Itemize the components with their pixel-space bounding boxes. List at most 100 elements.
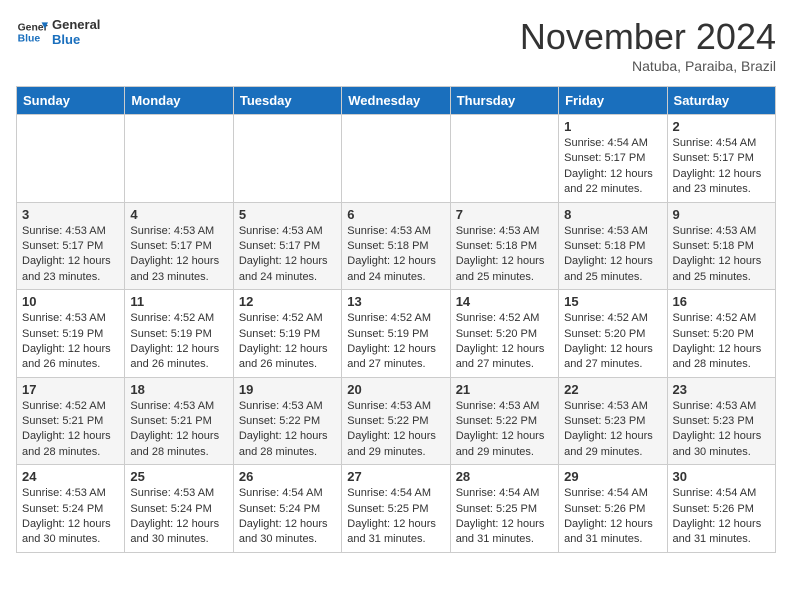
calendar-cell: 28 Sunrise: 4:54 AM Sunset: 5:25 PM Dayli… [450,465,558,553]
calendar-day-header: Monday [125,87,233,115]
day-info: Sunrise: 4:52 AM Sunset: 5:19 PM Dayligh… [130,311,227,373]
day-info: Sunrise: 4:53 AM Sunset: 5:17 PM Dayligh… [22,224,119,286]
day-info: Sunrise: 4:54 AM Sunset: 5:25 PM Dayligh… [347,486,444,548]
calendar-cell: 2 Sunrise: 4:54 AM Sunset: 5:17 PM Daylig… [667,115,775,203]
calendar-cell [125,115,233,203]
calendar-cell: 23Sunrise: 4:53 AM Sunset: 5:23 PM Dayli… [667,377,775,465]
calendar-cell: 16 Sunrise: 4:52 AM Sunset: 5:20 PM Dayli… [667,290,775,378]
day-number: 26 [239,469,336,484]
calendar-cell: 22Sunrise: 4:53 AM Sunset: 5:23 PM Dayli… [559,377,667,465]
day-number: 5 [239,207,336,222]
calendar-cell [17,115,125,203]
day-info: Sunrise: 4:53 AM Sunset: 5:21 PM Dayligh… [130,399,227,461]
calendar-cell: 3 Sunrise: 4:53 AM Sunset: 5:17 PM Daylig… [17,202,125,290]
day-number: 9 [673,207,770,222]
svg-text:Blue: Blue [18,34,41,45]
logo-blue-text: Blue [52,32,100,47]
calendar-day-header: Tuesday [233,87,341,115]
calendar-cell: 11Sunrise: 4:52 AM Sunset: 5:19 PM Dayli… [125,290,233,378]
calendar-cell: 10 Sunrise: 4:53 AM Sunset: 5:19 PM Dayli… [17,290,125,378]
calendar-cell: 24 Sunrise: 4:53 AM Sunset: 5:24 PM Dayli… [17,465,125,553]
calendar-cell: 18 Sunrise: 4:53 AM Sunset: 5:21 PM Dayli… [125,377,233,465]
calendar-cell: 8 Sunrise: 4:53 AM Sunset: 5:18 PM Daylig… [559,202,667,290]
day-info: Sunrise: 4:53 AM Sunset: 5:24 PM Dayligh… [22,486,119,548]
day-number: 28 [456,469,553,484]
day-number: 16 [673,294,770,309]
day-info: Sunrise: 4:53 AM Sunset: 5:17 PM Dayligh… [239,224,336,286]
title-block: November 2024 Natuba, Paraiba, Brazil [520,16,776,74]
day-info: Sunrise: 4:53 AM Sunset: 5:18 PM Dayligh… [347,224,444,286]
day-info: Sunrise: 4:53 AM Sunset: 5:18 PM Dayligh… [673,224,770,286]
day-info: Sunrise: 4:53 AM Sunset: 5:17 PM Dayligh… [130,224,227,286]
calendar-cell [233,115,341,203]
day-number: 15 [564,294,661,309]
day-info: Sunrise: 4:54 AM Sunset: 5:24 PM Dayligh… [239,486,336,548]
logo-general-text: General [52,17,100,32]
calendar-cell: 1 Sunrise: 4:54 AM Sunset: 5:17 PM Daylig… [559,115,667,203]
calendar-cell: 9 Sunrise: 4:53 AM Sunset: 5:18 PM Daylig… [667,202,775,290]
calendar-week-row: 3 Sunrise: 4:53 AM Sunset: 5:17 PM Daylig… [17,202,776,290]
day-number: 7 [456,207,553,222]
day-info: Sunrise: 4:52 AM Sunset: 5:20 PM Dayligh… [456,311,553,373]
day-info: Sunrise: 4:53 AM Sunset: 5:23 PM Dayligh… [673,399,770,461]
day-info: Sunrise: 4:52 AM Sunset: 5:20 PM Dayligh… [564,311,661,373]
month-title: November 2024 [520,16,776,58]
day-info: Sunrise: 4:53 AM Sunset: 5:22 PM Dayligh… [456,399,553,461]
day-info: Sunrise: 4:54 AM Sunset: 5:26 PM Dayligh… [564,486,661,548]
logo-icon: General Blue [16,16,48,48]
day-info: Sunrise: 4:52 AM Sunset: 5:19 PM Dayligh… [347,311,444,373]
day-info: Sunrise: 4:52 AM Sunset: 5:19 PM Dayligh… [239,311,336,373]
calendar-cell: 21Sunrise: 4:53 AM Sunset: 5:22 PM Dayli… [450,377,558,465]
day-info: Sunrise: 4:52 AM Sunset: 5:20 PM Dayligh… [673,311,770,373]
calendar-cell: 17Sunrise: 4:52 AM Sunset: 5:21 PM Dayli… [17,377,125,465]
calendar-cell: 14 Sunrise: 4:52 AM Sunset: 5:20 PM Dayli… [450,290,558,378]
day-number: 1 [564,119,661,134]
day-info: Sunrise: 4:53 AM Sunset: 5:19 PM Dayligh… [22,311,119,373]
day-info: Sunrise: 4:52 AM Sunset: 5:21 PM Dayligh… [22,399,119,461]
calendar-week-row: 1 Sunrise: 4:54 AM Sunset: 5:17 PM Daylig… [17,115,776,203]
day-number: 3 [22,207,119,222]
day-number: 2 [673,119,770,134]
day-number: 10 [22,294,119,309]
calendar-cell: 30 Sunrise: 4:54 AM Sunset: 5:26 PM Dayli… [667,465,775,553]
calendar-cell: 13 Sunrise: 4:52 AM Sunset: 5:19 PM Dayli… [342,290,450,378]
day-number: 22 [564,382,661,397]
day-info: Sunrise: 4:54 AM Sunset: 5:26 PM Dayligh… [673,486,770,548]
calendar-header-row: SundayMondayTuesdayWednesdayThursdayFrid… [17,87,776,115]
day-info: Sunrise: 4:54 AM Sunset: 5:17 PM Dayligh… [673,136,770,198]
day-number: 19 [239,382,336,397]
day-number: 20 [347,382,444,397]
day-info: Sunrise: 4:54 AM Sunset: 5:17 PM Dayligh… [564,136,661,198]
calendar-cell: 27 Sunrise: 4:54 AM Sunset: 5:25 PM Dayli… [342,465,450,553]
day-number: 18 [130,382,227,397]
calendar-cell: 26 Sunrise: 4:54 AM Sunset: 5:24 PM Dayli… [233,465,341,553]
page-header: General Blue General Blue November 2024 … [16,16,776,74]
day-info: Sunrise: 4:53 AM Sunset: 5:22 PM Dayligh… [239,399,336,461]
calendar-cell: 25 Sunrise: 4:53 AM Sunset: 5:24 PM Dayli… [125,465,233,553]
calendar-cell: 20Sunrise: 4:53 AM Sunset: 5:22 PM Dayli… [342,377,450,465]
day-info: Sunrise: 4:53 AM Sunset: 5:18 PM Dayligh… [564,224,661,286]
day-number: 8 [564,207,661,222]
calendar-day-header: Sunday [17,87,125,115]
day-number: 4 [130,207,227,222]
day-info: Sunrise: 4:53 AM Sunset: 5:18 PM Dayligh… [456,224,553,286]
day-info: Sunrise: 4:53 AM Sunset: 5:24 PM Dayligh… [130,486,227,548]
day-number: 24 [22,469,119,484]
day-number: 25 [130,469,227,484]
calendar-cell: 7 Sunrise: 4:53 AM Sunset: 5:18 PM Daylig… [450,202,558,290]
day-number: 14 [456,294,553,309]
calendar-day-header: Wednesday [342,87,450,115]
calendar-cell: 5 Sunrise: 4:53 AM Sunset: 5:17 PM Daylig… [233,202,341,290]
day-number: 30 [673,469,770,484]
calendar-day-header: Saturday [667,87,775,115]
calendar-week-row: 24 Sunrise: 4:53 AM Sunset: 5:24 PM Dayli… [17,465,776,553]
location: Natuba, Paraiba, Brazil [520,58,776,74]
day-number: 13 [347,294,444,309]
calendar-cell [342,115,450,203]
day-info: Sunrise: 4:54 AM Sunset: 5:25 PM Dayligh… [456,486,553,548]
day-number: 27 [347,469,444,484]
day-number: 6 [347,207,444,222]
calendar-day-header: Thursday [450,87,558,115]
calendar-cell [450,115,558,203]
calendar-cell: 4 Sunrise: 4:53 AM Sunset: 5:17 PM Daylig… [125,202,233,290]
